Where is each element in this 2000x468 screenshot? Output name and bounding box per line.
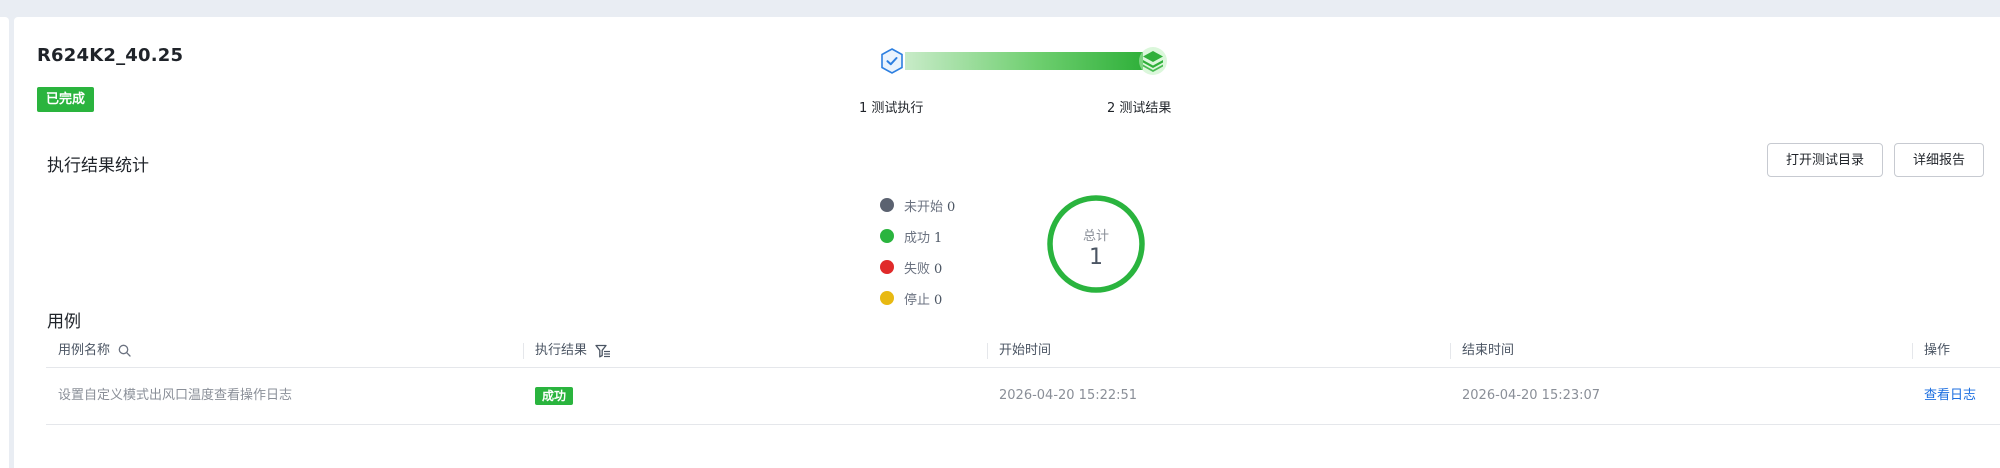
column-header-result: 执行结果 [523,335,611,367]
open-test-dir-button[interactable]: 打开测试目录 [1767,143,1883,177]
case-start-time-cell: 2026-04-20 15:22:51 [999,388,1138,403]
search-icon[interactable] [118,344,131,357]
donut-total-label: 总计 [1082,229,1109,244]
case-name-cell: 设置自定义模式出风口温度查看操作日志 [58,388,293,403]
filter-icon[interactable] [595,344,611,358]
donut-total-value: 1 [1089,245,1103,270]
column-header-action: 操作 [1924,343,1951,358]
legend-dot [880,198,894,212]
cases-section-title: 用例 [47,312,81,332]
legend-count: 0 [947,200,956,215]
legend-dot [880,291,894,305]
detail-report-button[interactable]: 详细报告 [1894,143,1984,177]
status-badge: 已完成 [37,87,95,112]
case-end-time-cell: 2026-04-20 15:23:07 [1462,388,1601,403]
legend-count: 1 [934,231,943,246]
result-success-tag: 成功 [535,386,574,405]
result-card: R624K2_40.25 已完成 1 测试执行 2 测试结果 执行结果统计 打开… [14,17,2000,468]
legend-dot [880,260,894,274]
case-result-cell: 成功 [523,368,574,424]
legend-label: 成功 [904,231,931,246]
legend-label: 停止 [904,293,931,308]
project-title: R624K2_40.25 [37,45,184,66]
case-action-cell: 查看日志 [1912,368,1976,424]
table-row: 设置自定义模式出风口温度查看操作日志 成功 2026-04-20 15:22:5… [46,368,2000,425]
legend-label: 未开始 [904,200,944,215]
legend-label: 失败 [904,262,931,277]
check-shield-icon [881,48,903,74]
legend-count: 0 [934,262,943,277]
column-header-end-time: 结束时间 [1462,343,1515,358]
column-header-name: 用例名称 [46,335,131,367]
left-panel-edge [0,17,9,468]
stats-section-title: 执行结果统计 [47,156,149,176]
total-donut-chart [1047,195,1145,293]
progress-bar [905,52,1143,70]
legend-dot [880,229,894,243]
column-header-start-time: 开始时间 [999,343,1052,358]
view-log-link[interactable]: 查看日志 [1924,388,1976,403]
step-label-execute[interactable]: 1 测试执行 [859,97,923,116]
table-header: 用例名称 执行结果 开始时间 结束时间 操作 [46,335,2000,368]
legend-count: 0 [934,293,943,308]
layers-icon [1139,47,1167,75]
step-label-result[interactable]: 2 测试结果 [1107,97,1171,116]
